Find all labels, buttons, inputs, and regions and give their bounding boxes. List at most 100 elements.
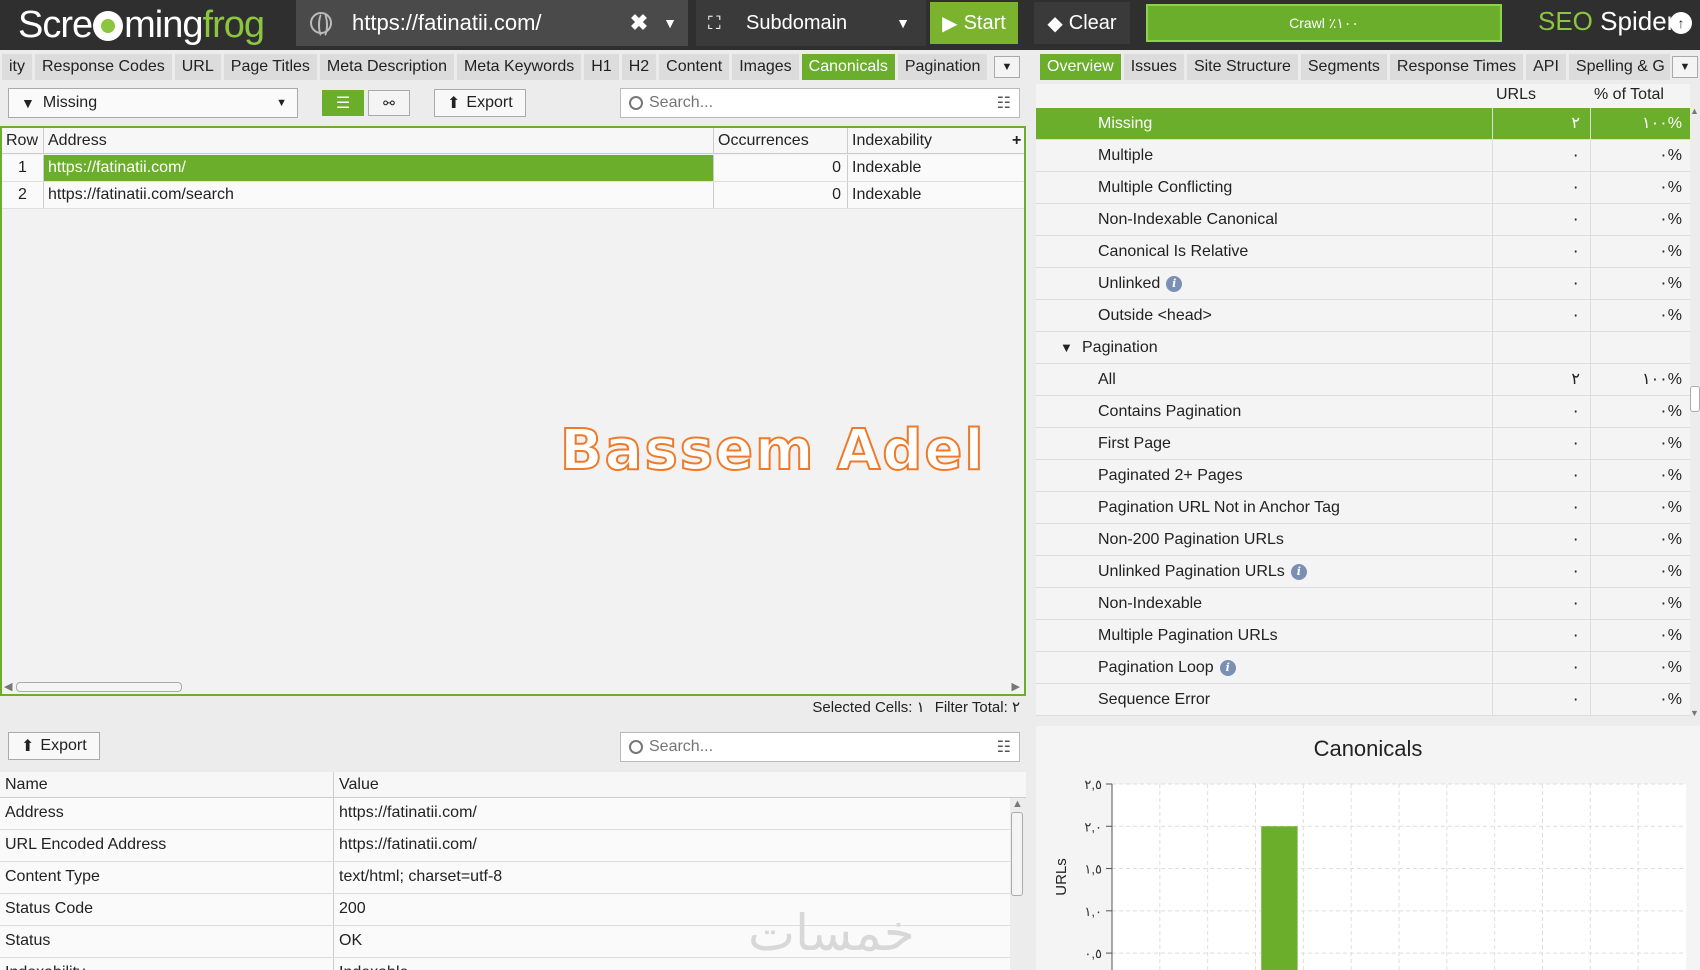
overview-row-first-page[interactable]: First Page ٠ ٠% — [1036, 428, 1690, 460]
overview-row-all[interactable]: All ٢ ١٠٠% — [1036, 364, 1690, 396]
detail-row[interactable]: URL Encoded Address https://fatinatii.com… — [0, 830, 1010, 862]
list-view-button[interactable]: ☰ — [322, 90, 364, 116]
clear-url-icon[interactable]: ✖ — [626, 10, 652, 36]
search-options-icon[interactable]: ☷ — [997, 93, 1011, 113]
overview-row-sequence-error[interactable]: Sequence Error ٠ ٠% — [1036, 684, 1690, 716]
chevron-down-icon[interactable]: ▼ — [652, 15, 688, 31]
tree-view-button[interactable]: ⚯ — [368, 90, 410, 116]
overview-row-multiple-pagination-urls[interactable]: Multiple Pagination URLs ٠ ٠% — [1036, 620, 1690, 652]
tab-site-structure[interactable]: Site Structure — [1186, 54, 1298, 80]
left-tab-strip: ity Response Codes URL Page Titles Meta Desc… — [2, 54, 992, 82]
chevron-down-icon: ▼ — [896, 15, 910, 31]
scrollbar-thumb[interactable] — [1011, 812, 1023, 896]
tab-canonicals[interactable]: Canonicals — [801, 54, 895, 80]
overview-row-canonical-is-relative[interactable]: Canonical Is Relative ٠ ٠% — [1036, 236, 1690, 268]
table-row[interactable]: 1 https://fatinatii.com/0 Indexable — [2, 155, 1024, 182]
column-header-address[interactable]: Address — [44, 128, 714, 154]
scrollbar-thumb[interactable] — [16, 682, 182, 692]
address-cell[interactable]: https://fatinatii.com/ — [44, 155, 714, 181]
overview-row-unlinked[interactable]: Unlinked i ٠ ٠% — [1036, 268, 1690, 300]
overview-row-missing[interactable]: Missing ٢ ١٠٠% — [1036, 108, 1690, 140]
overview-percent: ٠% — [1590, 588, 1686, 620]
address-cell[interactable]: https://fatinatii.com/search — [44, 182, 714, 208]
tab-images[interactable]: Images — [732, 54, 799, 80]
info-icon[interactable]: i — [1290, 563, 1307, 580]
add-column-button[interactable]: + — [1008, 128, 1024, 154]
overview-row-multiple[interactable]: Multiple ٠ ٠% — [1036, 140, 1690, 172]
scroll-down-icon[interactable]: ▼ — [1690, 708, 1699, 718]
column-header-value[interactable]: Value — [334, 772, 1006, 797]
search-input[interactable] — [649, 94, 997, 112]
tab-issues[interactable]: Issues — [1123, 54, 1184, 80]
overview-row-non-200-pagination-urls[interactable]: Non-200 Pagination URLs ٠ ٠% — [1036, 524, 1690, 556]
tab-meta-keywords[interactable]: Meta Keywords — [456, 54, 582, 80]
scroll-left-icon[interactable]: ◀ — [4, 680, 12, 693]
column-header-urls[interactable]: URLs — [1496, 86, 1536, 104]
occurrences-cell[interactable]: 0 — [714, 182, 848, 208]
horizontal-scrollbar[interactable]: ◀ ▶ — [2, 680, 1024, 694]
right-tabs-more-button[interactable]: ▼ — [1672, 56, 1698, 78]
column-header-row[interactable]: Row — [2, 128, 44, 154]
scrollbar-thumb[interactable] — [1690, 386, 1700, 412]
overview-row-contains-pagination[interactable]: Contains Pagination ٠ ٠% — [1036, 396, 1690, 428]
crawl-mode-dropdown[interactable]: ⛶ Subdomain ▼ — [696, 0, 926, 46]
filter-dropdown[interactable]: ▼ Missing ▼ — [8, 88, 298, 118]
expand-triangle-icon[interactable]: ▼ — [1060, 332, 1073, 364]
tab-page-titles[interactable]: Page Titles — [223, 54, 317, 80]
overview-row-unlinked-pagination-urls[interactable]: Unlinked Pagination URLs i ٠ ٠% — [1036, 556, 1690, 588]
scroll-right-icon[interactable]: ▶ — [1012, 680, 1020, 693]
tab-response-codes[interactable]: Response Codes — [35, 54, 172, 80]
tab-response-times[interactable]: Response Times — [1389, 54, 1524, 80]
tab-spelling-g[interactable]: Spelling & G — [1568, 54, 1670, 80]
column-header-indexability[interactable]: Indexability — [848, 128, 1008, 154]
tab-overview[interactable]: Overview — [1040, 54, 1121, 80]
overview-vertical-scrollbar[interactable]: ▲ ▼ — [1690, 106, 1700, 718]
overview-percent: ٠% — [1590, 396, 1686, 428]
column-header-name[interactable]: Name — [0, 772, 334, 797]
row-number[interactable]: 2 — [2, 182, 44, 208]
scroll-up-icon[interactable]: ▲ — [1012, 798, 1023, 810]
overview-row-multiple-conflicting[interactable]: Multiple Conflicting ٠ ٠% — [1036, 172, 1690, 204]
tab-meta-description[interactable]: Meta Description — [319, 54, 454, 80]
column-header-percent[interactable]: % of Total — [1594, 86, 1664, 104]
tab-api[interactable]: API — [1526, 54, 1566, 80]
tab-url[interactable]: URL — [174, 54, 221, 80]
export-button[interactable]: ⬆ Export — [434, 89, 526, 117]
scroll-up-icon[interactable]: ▲ — [1690, 106, 1699, 116]
tab-content[interactable]: Content — [659, 54, 730, 80]
url-bar[interactable]: https://fatinatii.com/ ✖ ▼ — [296, 0, 688, 46]
details-export-button[interactable]: ⬆ Export — [8, 732, 100, 760]
clear-button[interactable]: ◆ Clear — [1034, 2, 1130, 44]
occurrences-cell[interactable]: 0 — [714, 155, 848, 181]
tab-h2[interactable]: H2 — [621, 54, 657, 80]
detail-row[interactable]: Address https://fatinatii.com/ — [0, 798, 1010, 830]
table-row[interactable]: 2 https://fatinatii.com/search 0 Indexable — [2, 182, 1024, 209]
indexability-cell[interactable]: Indexable — [848, 182, 1008, 208]
left-tabs-more-button[interactable]: ▼ — [994, 56, 1020, 78]
details-search-input[interactable] — [649, 738, 997, 756]
overview-group-pagination[interactable]: ▼ Pagination — [1036, 332, 1690, 364]
overview-row-non-indexable[interactable]: Non-Indexable ٠ ٠% — [1036, 588, 1690, 620]
start-button[interactable]: ▶ Start — [930, 2, 1018, 44]
url-input[interactable]: https://fatinatii.com/ — [352, 10, 626, 36]
search-options-icon[interactable]: ☷ — [997, 737, 1011, 757]
details-vertical-scrollbar[interactable]: ▲ — [1008, 798, 1026, 970]
info-icon[interactable]: i — [1166, 275, 1183, 292]
indexability-cell[interactable]: Indexable — [848, 155, 1008, 181]
overview-percent: ٠% — [1590, 300, 1686, 332]
tab-segments[interactable]: Segments — [1300, 54, 1387, 80]
overview-urls-count: ٠ — [1492, 172, 1590, 204]
tab-h1[interactable]: H1 — [584, 54, 619, 80]
tab-pagination[interactable]: Pagination — [897, 54, 988, 80]
info-icon[interactable]: i — [1219, 659, 1236, 676]
upload-icon[interactable]: ↑ — [1670, 12, 1692, 34]
overview-row-paginated-2-pages[interactable]: Paginated 2+ Pages ٠ ٠% — [1036, 460, 1690, 492]
overview-row-pagination-loop[interactable]: Pagination Loop i ٠ ٠% — [1036, 652, 1690, 684]
overview-row-outside-head[interactable]: Outside <head> ٠ ٠% — [1036, 300, 1690, 332]
overview-row-pagination-url-not-in-anchor-tag[interactable]: Pagination URL Not in Anchor Tag ٠ ٠% — [1036, 492, 1690, 524]
detail-row[interactable]: Content Type text/html; charset=utf-8 — [0, 862, 1010, 894]
row-number[interactable]: 1 — [2, 155, 44, 181]
column-header-occurrences[interactable]: Occurrences — [714, 128, 848, 154]
tab-ity[interactable]: ity — [2, 54, 32, 80]
overview-row-non-indexable-canonical[interactable]: Non-Indexable Canonical ٠ ٠% — [1036, 204, 1690, 236]
